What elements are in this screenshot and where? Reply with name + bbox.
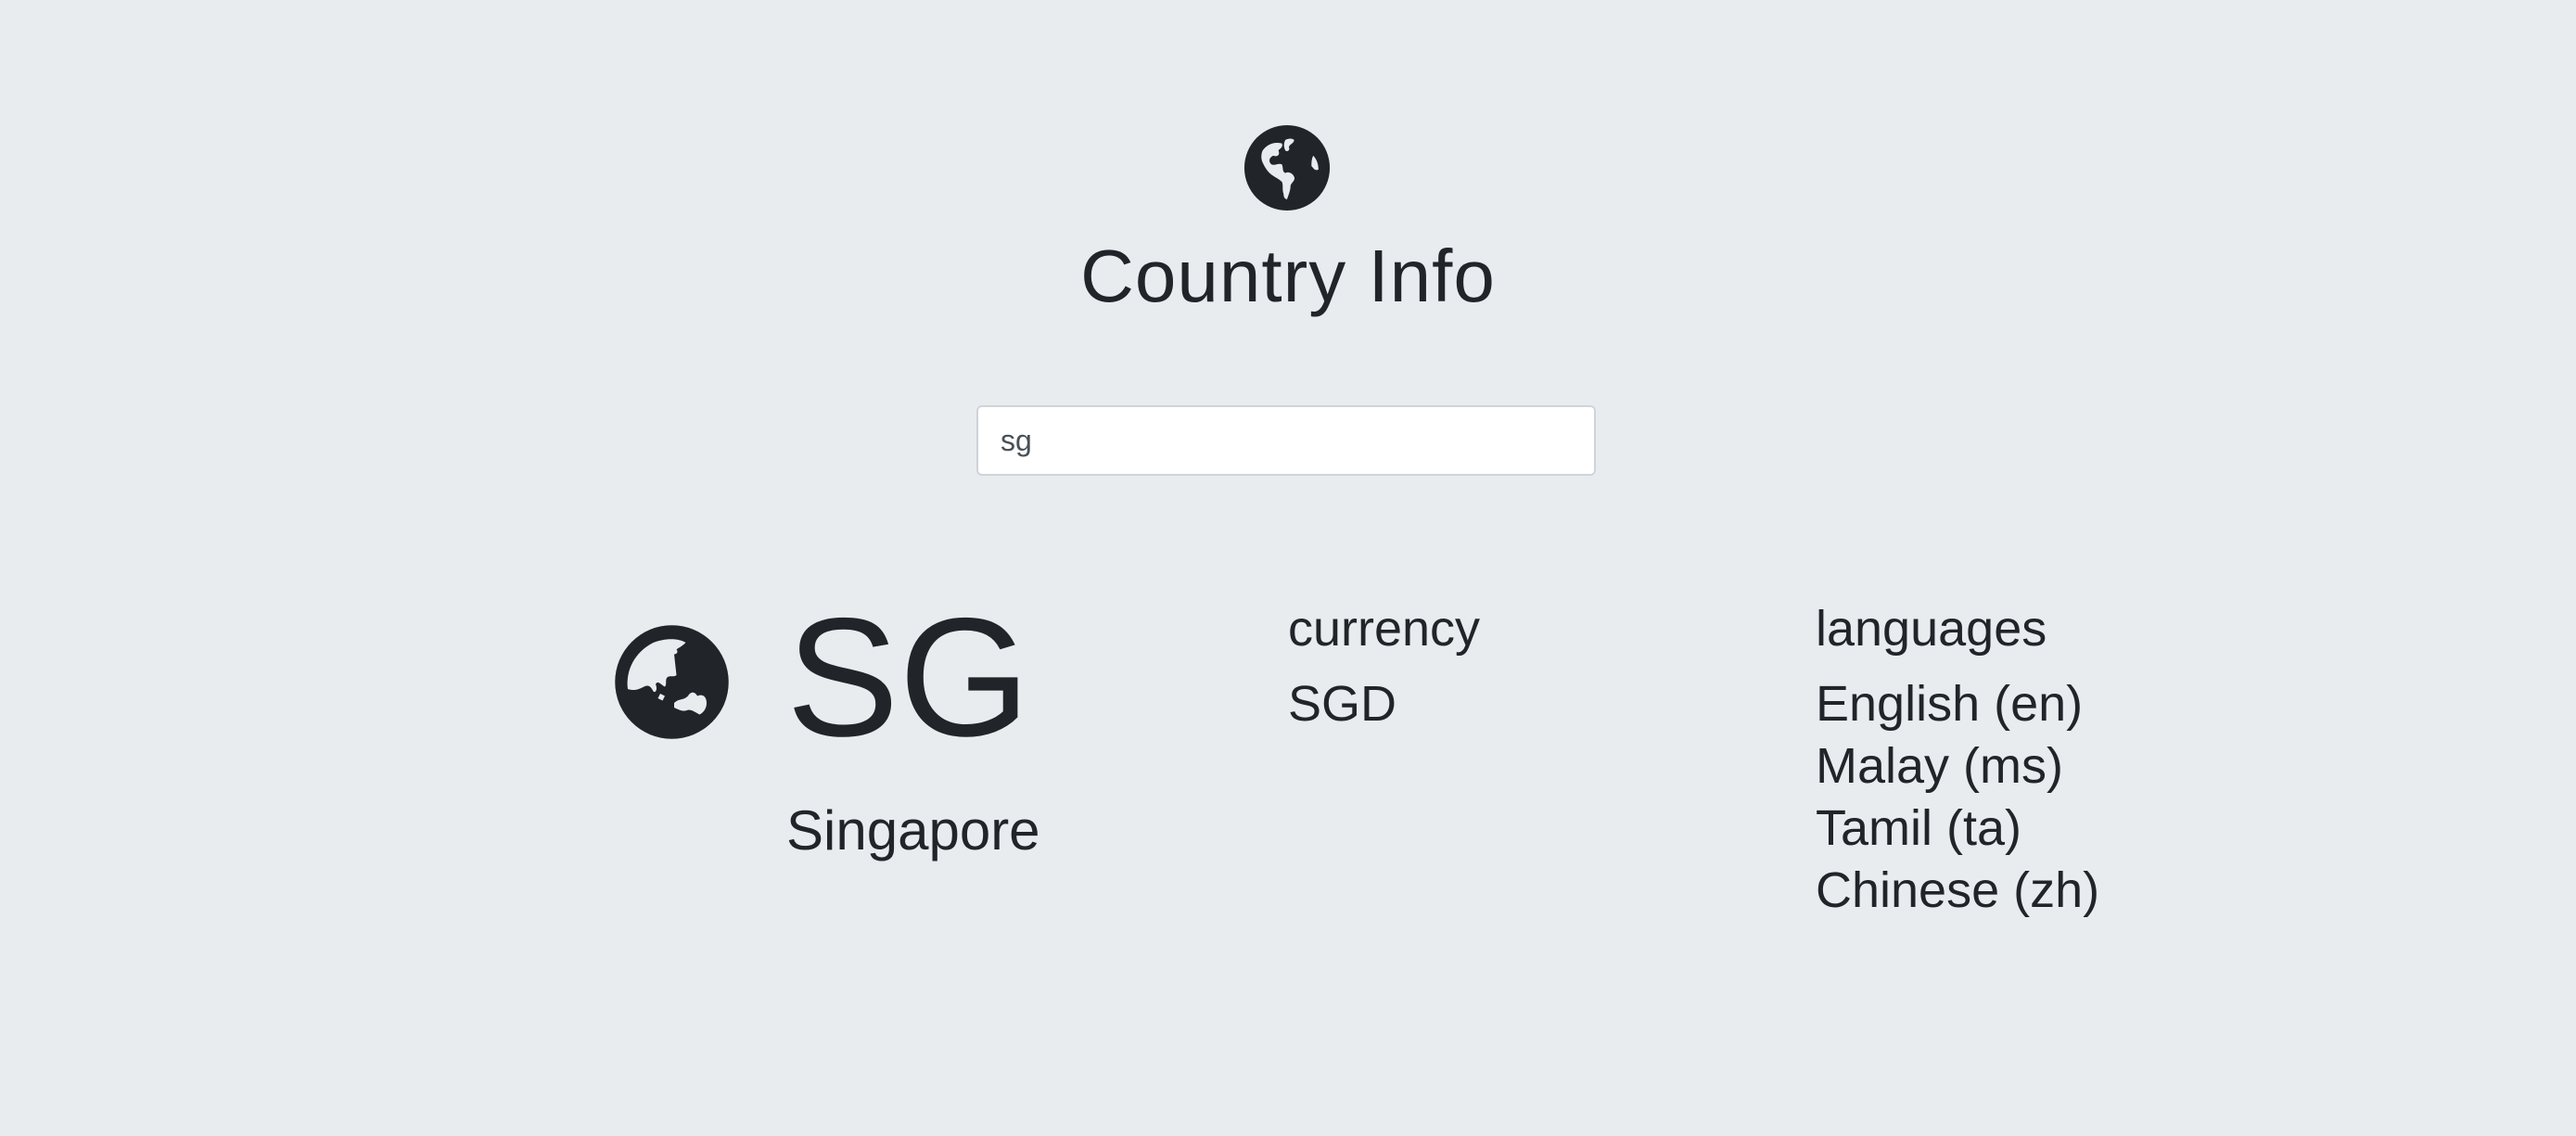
- language-item: Chinese (zh): [1816, 862, 2100, 918]
- languages-heading: languages: [1816, 601, 2047, 657]
- globe-asia-icon: [615, 625, 729, 739]
- country-code: SG: [786, 582, 1030, 772]
- country-info-page: Country Info SG Singapore currency SGD l…: [0, 0, 2576, 1136]
- language-item: Malay (ms): [1816, 738, 2063, 794]
- search-input[interactable]: [976, 405, 1596, 476]
- globe-americas-icon: [1243, 124, 1331, 211]
- currency-value: SGD: [1288, 676, 1397, 732]
- currency-heading: currency: [1288, 601, 1481, 657]
- language-item: Tamil (ta): [1816, 800, 2022, 856]
- language-item: English (en): [1816, 676, 2084, 732]
- country-name: Singapore: [786, 799, 1040, 862]
- page-title: Country Info: [1080, 235, 1496, 317]
- languages-list: English (en) Malay (ms) Tamil (ta) Chine…: [1816, 673, 2099, 922]
